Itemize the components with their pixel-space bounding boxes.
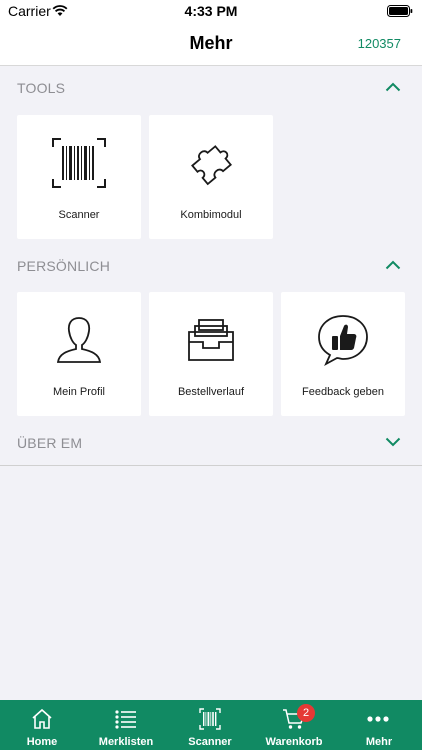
tile-label-kombimodul: Kombimodul [180, 209, 242, 221]
status-time: 4:33 PM [184, 3, 238, 19]
battery-icon [387, 5, 413, 17]
tab-merklisten[interactable]: Merklisten [84, 700, 168, 750]
account-number[interactable]: 120357 [358, 36, 401, 51]
list-icon [115, 710, 136, 729]
cart-count-badge: 2 [297, 704, 315, 722]
section-header-ueber-em[interactable]: ÜBER EM [0, 421, 422, 465]
barcode-icon [199, 708, 221, 730]
tile-bestellverlauf[interactable]: Bestellverlauf [149, 292, 273, 416]
tile-feedback-geben[interactable]: Feedback geben [281, 292, 405, 416]
section-title-ueber-em: ÜBER EM [17, 435, 83, 451]
tab-home[interactable]: Home [0, 700, 84, 750]
section-title-tools: TOOLS [17, 80, 66, 96]
home-icon [32, 708, 52, 729]
puzzle-icon [191, 145, 232, 186]
tile-label-mein-profil: Mein Profil [53, 386, 105, 398]
more-icon [367, 716, 389, 722]
tab-label-merklisten: Merklisten [98, 736, 154, 748]
thumbs-up-icon [318, 315, 368, 367]
tile-scanner[interactable]: Scanner [17, 115, 141, 239]
tab-scanner[interactable]: Scanner [168, 700, 252, 750]
chevron-down-icon[interactable] [385, 437, 401, 447]
tab-label-warenkorb: Warenkorb [265, 736, 323, 748]
barcode-scanner-icon [52, 138, 106, 188]
tile-label-scanner: Scanner [58, 209, 100, 221]
tab-bar: Home Merklisten Scanner 2 Warenkorb Mehr [0, 700, 422, 750]
section-header-persoenlich[interactable]: PERSÖNLICH [0, 244, 422, 288]
tab-warenkorb[interactable]: 2 Warenkorb [252, 700, 336, 750]
section-header-tools[interactable]: TOOLS [0, 66, 422, 110]
status-bar: Carrier 4:33 PM [0, 0, 422, 22]
tab-label-scanner: Scanner [188, 736, 232, 748]
tile-label-bestellverlauf: Bestellverlauf [177, 386, 245, 398]
tab-label-home: Home [26, 736, 58, 748]
tile-label-feedback-geben: Feedback geben [302, 386, 384, 398]
section-title-persoenlich: PERSÖNLICH [17, 258, 111, 274]
navigation-bar: Mehr 120357 [0, 22, 422, 66]
tab-mehr[interactable]: Mehr [336, 700, 422, 750]
chevron-up-icon[interactable] [385, 260, 401, 270]
tile-mein-profil[interactable]: Mein Profil [17, 292, 141, 416]
chevron-up-icon[interactable] [385, 82, 401, 92]
order-tray-icon [188, 319, 234, 361]
tab-label-mehr: Mehr [365, 736, 393, 748]
tile-kombimodul[interactable]: Kombimodul [149, 115, 273, 239]
user-profile-icon [56, 317, 102, 363]
section-divider [0, 465, 422, 466]
